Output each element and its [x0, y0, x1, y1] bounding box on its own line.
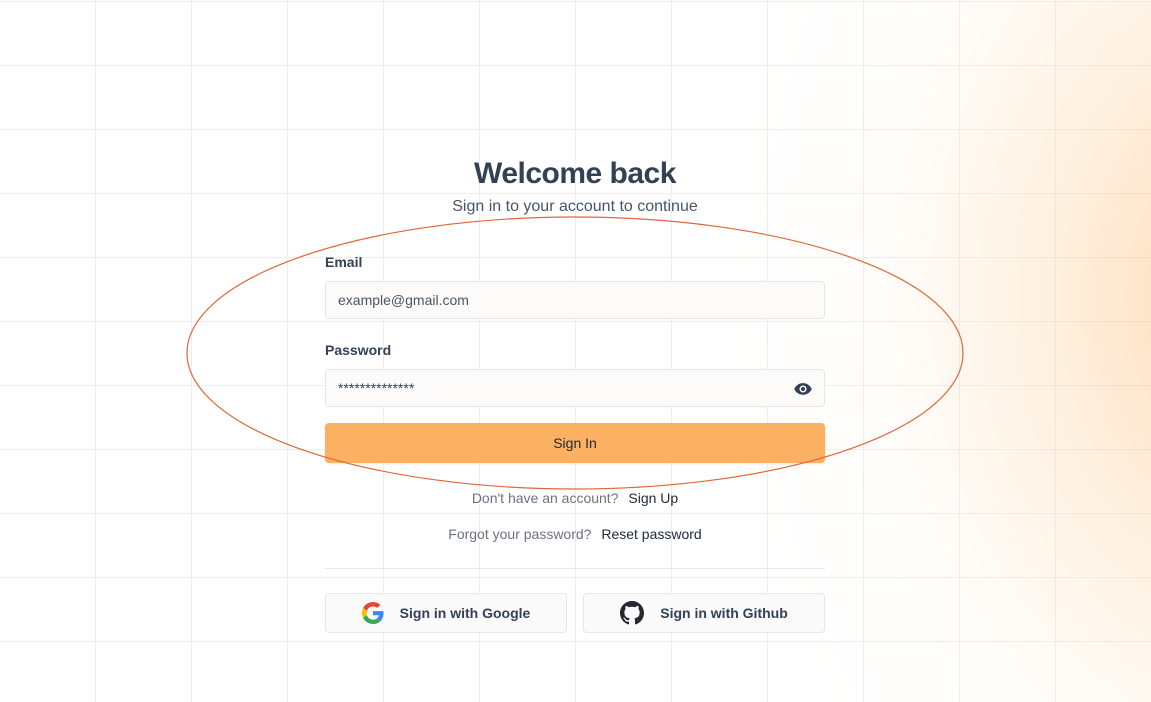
- password-field[interactable]: [326, 370, 790, 406]
- eye-icon[interactable]: [792, 379, 814, 399]
- login-card: Welcome back Sign in to your account to …: [325, 150, 825, 633]
- sign-in-button[interactable]: Sign In: [325, 423, 825, 463]
- reset-password-link[interactable]: Reset password: [601, 526, 701, 542]
- github-icon: [620, 601, 645, 625]
- divider: [325, 568, 825, 569]
- github-sign-in-button[interactable]: Sign in with Github: [583, 593, 825, 633]
- email-label: Email: [325, 254, 363, 270]
- social-buttons: Sign in with Google Sign in with Github: [325, 593, 825, 633]
- google-sign-in-label: Sign in with Google: [399, 605, 531, 621]
- password-field-wrapper: [325, 369, 825, 407]
- signup-row: Don't have an account? Sign Up: [325, 490, 825, 506]
- page-title: Welcome back: [474, 157, 676, 190]
- reset-row: Forgot your password? Reset password: [325, 526, 825, 542]
- signup-prompt: Don't have an account?: [471, 490, 619, 506]
- google-sign-in-button[interactable]: Sign in with Google: [325, 593, 567, 633]
- email-field-wrapper: [325, 281, 825, 319]
- password-label: Password: [325, 342, 392, 358]
- forgot-prompt: Forgot your password?: [448, 526, 592, 542]
- email-field[interactable]: [326, 282, 790, 318]
- sign-up-link[interactable]: Sign Up: [628, 490, 678, 506]
- page-subtitle: Sign in to your account to continue: [452, 198, 698, 215]
- github-sign-in-label: Sign in with Github: [660, 605, 788, 621]
- google-icon: [361, 602, 384, 624]
